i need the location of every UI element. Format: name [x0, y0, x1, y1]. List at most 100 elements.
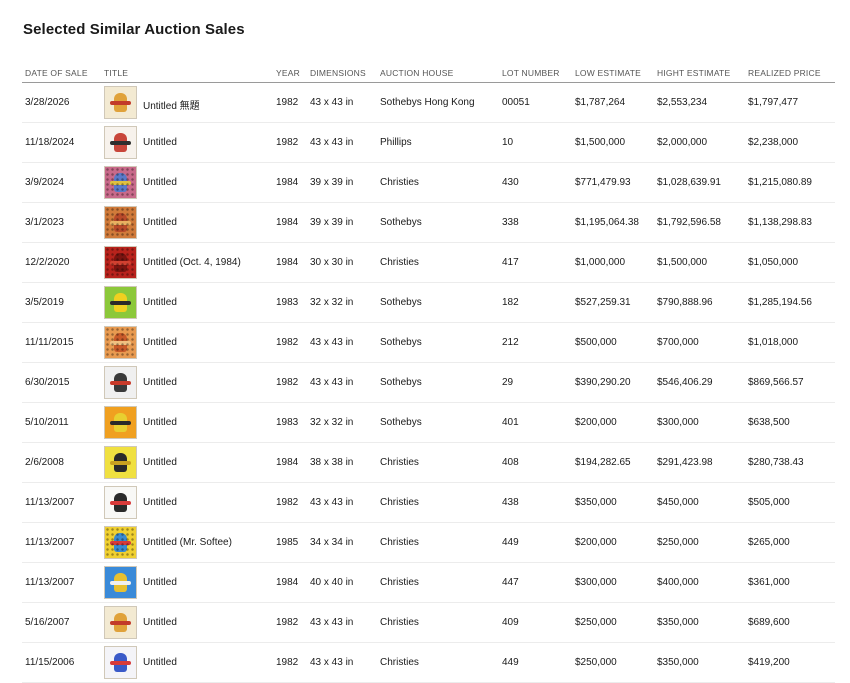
header-low-estimate[interactable]: LOW ESTIMATE — [575, 68, 641, 78]
header-title[interactable]: TITLE — [104, 68, 128, 78]
artwork-pattern — [105, 167, 136, 198]
cell-date-of-sale: 11/15/2006 — [25, 657, 75, 668]
header-year[interactable]: YEAR — [276, 68, 300, 78]
cell-title[interactable]: Untitled — [143, 337, 177, 348]
cell-high-estimate: $400,000 — [657, 577, 699, 588]
table-row[interactable]: 3/9/2024 Untitled 1984 39 x 39 in Christies 4… — [22, 163, 835, 203]
cell-realized-price: $1,138,298.83 — [748, 217, 812, 228]
cell-title[interactable]: Untitled — [143, 577, 177, 588]
cell-realized-price: $1,018,000 — [748, 337, 799, 348]
cell-low-estimate: $194,282.65 — [575, 457, 631, 468]
cell-title[interactable]: Untitled — [143, 457, 177, 468]
cell-high-estimate: $250,000 — [657, 537, 699, 548]
artwork-thumbnail[interactable] — [104, 406, 137, 439]
cell-year: 1982 — [276, 617, 299, 628]
table-row[interactable]: 5/16/2007 Untitled 1982 43 x 43 in Christies… — [22, 603, 835, 643]
artwork-accent — [110, 301, 131, 305]
artwork-pattern — [105, 327, 136, 358]
cell-realized-price: $505,000 — [748, 497, 790, 508]
table-body: 3/28/2026 Untitled 無題 1982 43 x 43 in Sotheb… — [22, 83, 835, 683]
artwork-thumbnail[interactable] — [104, 246, 137, 279]
cell-lot-number: 00051 — [502, 97, 530, 108]
cell-dimensions: 34 x 34 in — [310, 537, 354, 548]
cell-realized-price: $1,215,080.89 — [748, 177, 812, 188]
header-auction-house[interactable]: AUCTION HOUSE — [380, 68, 453, 78]
table-row[interactable]: 12/2/2020 Untitled (Oct. 4, 1984) 1984 30 x… — [22, 243, 835, 283]
cell-dimensions: 43 x 43 in — [310, 377, 354, 388]
cell-lot-number: 449 — [502, 657, 519, 668]
header-date-of-sale[interactable]: DATE OF SALE — [25, 68, 88, 78]
table-row[interactable]: 11/13/2007 Untitled 1982 43 x 43 in Christie… — [22, 483, 835, 523]
artwork-thumbnail[interactable] — [104, 286, 137, 319]
cell-title[interactable]: Untitled — [143, 617, 177, 628]
cell-date-of-sale: 3/9/2024 — [25, 177, 64, 188]
artwork-thumbnail[interactable] — [104, 206, 137, 239]
cell-title[interactable]: Untitled — [143, 497, 177, 508]
cell-auction-house: Sothebys — [380, 377, 422, 388]
cell-title[interactable]: Untitled — [143, 377, 177, 388]
cell-title[interactable]: Untitled — [143, 217, 177, 228]
cell-low-estimate: $200,000 — [575, 417, 617, 428]
artwork-thumbnail[interactable] — [104, 326, 137, 359]
table-row[interactable]: 11/11/2015 Untitled 1982 43 x 43 in Sothebys… — [22, 323, 835, 363]
artwork-thumbnail[interactable] — [104, 166, 137, 199]
table-row[interactable]: 3/5/2019 Untitled 1983 32 x 32 in Sothebys 18… — [22, 283, 835, 323]
cell-realized-price: $419,200 — [748, 657, 790, 668]
cell-date-of-sale: 11/13/2007 — [25, 577, 75, 588]
cell-year: 1982 — [276, 497, 299, 508]
cell-lot-number: 438 — [502, 497, 519, 508]
table-row[interactable]: 3/1/2023 Untitled 1984 39 x 39 in Sothebys 33… — [22, 203, 835, 243]
table-row[interactable]: 11/18/2024 Untitled 1982 43 x 43 in Phillips… — [22, 123, 835, 163]
cell-high-estimate: $291,423.98 — [657, 457, 713, 468]
cell-auction-house: Sothebys — [380, 417, 422, 428]
cell-title[interactable]: Untitled — [143, 297, 177, 308]
cell-title[interactable]: Untitled — [143, 417, 177, 428]
artwork-thumbnail[interactable] — [104, 486, 137, 519]
artwork-accent — [110, 621, 131, 625]
table-row[interactable]: 6/30/2015 Untitled 1982 43 x 43 in Sothebys 2… — [22, 363, 835, 403]
cell-year: 1982 — [276, 97, 299, 108]
header-dimensions[interactable]: DIMENSIONS — [310, 68, 366, 78]
auction-sales-table: DATE OF SALE TITLE YEAR DIMENSIONS AUCTI… — [22, 63, 835, 683]
header-high-estimate[interactable]: HIGHT ESTIMATE — [657, 68, 730, 78]
cell-lot-number: 29 — [502, 377, 514, 388]
table-row[interactable]: 11/13/2007 Untitled 1984 40 x 40 in Christie… — [22, 563, 835, 603]
table-row[interactable]: 5/10/2011 Untitled 1983 32 x 32 in Sothebys 4… — [22, 403, 835, 443]
artwork-thumbnail[interactable] — [104, 86, 137, 119]
cell-lot-number: 417 — [502, 257, 519, 268]
cell-title[interactable]: Untitled 無題 — [143, 97, 200, 112]
cell-date-of-sale: 5/16/2007 — [25, 617, 70, 628]
artwork-thumbnail[interactable] — [104, 126, 137, 159]
cell-realized-price: $869,566.57 — [748, 377, 804, 388]
cell-year: 1982 — [276, 337, 299, 348]
artwork-thumbnail[interactable] — [104, 446, 137, 479]
cell-lot-number: 401 — [502, 417, 519, 428]
cell-low-estimate: $1,195,064.38 — [575, 217, 639, 228]
cell-realized-price: $265,000 — [748, 537, 790, 548]
cell-date-of-sale: 2/6/2008 — [25, 457, 64, 468]
cell-auction-house: Sothebys — [380, 297, 422, 308]
cell-high-estimate: $546,406.29 — [657, 377, 713, 388]
table-row[interactable]: 3/28/2026 Untitled 無題 1982 43 x 43 in Sotheb… — [22, 83, 835, 123]
table-row[interactable]: 11/13/2007 Untitled (Mr. Softee) 1985 34 x … — [22, 523, 835, 563]
cell-auction-house: Christies — [380, 577, 419, 588]
cell-auction-house: Christies — [380, 537, 419, 548]
artwork-thumbnail[interactable] — [104, 646, 137, 679]
artwork-thumbnail[interactable] — [104, 566, 137, 599]
cell-title[interactable]: Untitled (Mr. Softee) — [143, 537, 232, 548]
cell-title[interactable]: Untitled — [143, 177, 177, 188]
header-realized-price[interactable]: REALIZED PRICE — [748, 68, 821, 78]
cell-low-estimate: $1,787,264 — [575, 97, 626, 108]
cell-lot-number: 408 — [502, 457, 519, 468]
cell-title[interactable]: Untitled (Oct. 4, 1984) — [143, 257, 241, 268]
cell-title[interactable]: Untitled — [143, 137, 177, 148]
cell-title[interactable]: Untitled — [143, 657, 177, 668]
artwork-thumbnail[interactable] — [104, 606, 137, 639]
header-lot-number[interactable]: LOT NUMBER — [502, 68, 560, 78]
table-row[interactable]: 11/15/2006 Untitled 1982 43 x 43 in Christie… — [22, 643, 835, 683]
artwork-accent — [110, 581, 131, 585]
artwork-thumbnail[interactable] — [104, 366, 137, 399]
table-row[interactable]: 2/6/2008 Untitled 1984 38 x 38 in Christies 4… — [22, 443, 835, 483]
artwork-thumbnail[interactable] — [104, 526, 137, 559]
artwork-pattern — [105, 207, 136, 238]
